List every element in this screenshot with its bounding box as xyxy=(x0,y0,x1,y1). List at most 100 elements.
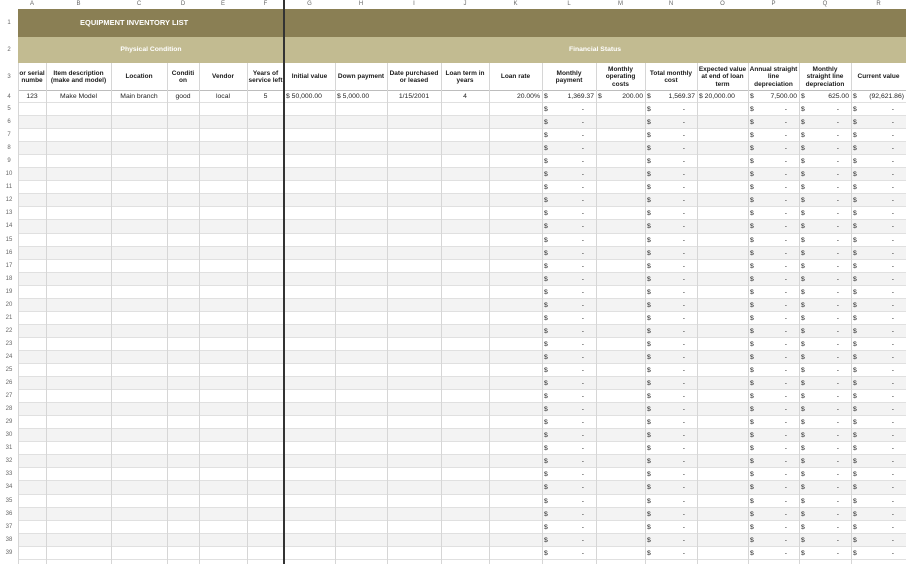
column-letter-a[interactable]: A xyxy=(18,0,46,9)
cell-l15[interactable]: $ - xyxy=(544,234,594,247)
cell-l4[interactable]: $1,369.37 xyxy=(544,91,594,103)
cell-n6[interactable]: $ - xyxy=(647,116,695,129)
header-cell-q[interactable]: Monthly straight line depreciation xyxy=(799,63,851,91)
cell-r19[interactable]: $ - xyxy=(853,286,904,299)
cell-p36[interactable]: $ - xyxy=(750,508,797,521)
row-number[interactable]: 26 xyxy=(0,377,18,390)
cell-n21[interactable]: $ - xyxy=(647,312,695,325)
row-number[interactable]: 11 xyxy=(0,181,18,194)
cell-q28[interactable]: $ - xyxy=(801,403,849,416)
cell-l24[interactable]: $ - xyxy=(544,351,594,364)
cell-p31[interactable]: $ - xyxy=(750,442,797,455)
row-number[interactable]: 34 xyxy=(0,481,18,494)
cell-r9[interactable]: $ - xyxy=(853,155,904,168)
cell-l30[interactable]: $ - xyxy=(544,429,594,442)
cell-r37[interactable]: $ - xyxy=(853,521,904,534)
cell-q17[interactable]: $ - xyxy=(801,260,849,273)
cell-n34[interactable]: $ - xyxy=(647,481,695,494)
column-letter-b[interactable]: B xyxy=(46,0,111,9)
cell-k4[interactable]: 20.00% xyxy=(491,91,540,103)
cell-r10[interactable]: $ - xyxy=(853,168,904,181)
row-number[interactable]: 6 xyxy=(0,116,18,129)
cell-q10[interactable]: $ - xyxy=(801,168,849,181)
header-cell-e[interactable]: Vendor xyxy=(199,63,247,91)
cell-i4[interactable]: 1/15/2001 xyxy=(389,91,439,103)
cell-q19[interactable]: $ - xyxy=(801,286,849,299)
header-cell-m[interactable]: Monthly operating costs xyxy=(596,63,645,91)
cell-l33[interactable]: $ - xyxy=(544,468,594,481)
cell-r22[interactable]: $ - xyxy=(853,325,904,338)
cell-r21[interactable]: $ - xyxy=(853,312,904,325)
row-number[interactable]: 35 xyxy=(0,495,18,508)
cell-j4[interactable]: 4 xyxy=(443,91,487,103)
cell-g4[interactable]: $ 50,000.00 xyxy=(286,91,333,103)
cell-p18[interactable]: $ - xyxy=(750,273,797,286)
cell-a4[interactable]: 123 xyxy=(20,91,44,103)
cell-o4[interactable]: $ 20,000.00 xyxy=(699,91,746,103)
row-number[interactable]: 25 xyxy=(0,364,18,377)
cell-q22[interactable]: $ - xyxy=(801,325,849,338)
column-letter-d[interactable]: D xyxy=(167,0,199,9)
cell-p13[interactable]: $ - xyxy=(750,207,797,220)
cell-r36[interactable]: $ - xyxy=(853,508,904,521)
cell-n31[interactable]: $ - xyxy=(647,442,695,455)
cell-q15[interactable]: $ - xyxy=(801,234,849,247)
cell-q37[interactable]: $ - xyxy=(801,521,849,534)
cell-q27[interactable]: $ - xyxy=(801,390,849,403)
cell-p39[interactable]: $ - xyxy=(750,547,797,560)
row-number[interactable]: 22 xyxy=(0,325,18,338)
row-number[interactable]: 15 xyxy=(0,234,18,247)
cell-n17[interactable]: $ - xyxy=(647,260,695,273)
cell-l31[interactable]: $ - xyxy=(544,442,594,455)
cell-p34[interactable]: $ - xyxy=(750,481,797,494)
cell-r4[interactable]: $ (92,621.86) xyxy=(853,91,904,103)
cell-r6[interactable]: $ - xyxy=(853,116,904,129)
cell-r7[interactable]: $ - xyxy=(853,129,904,142)
cell-n20[interactable]: $ - xyxy=(647,299,695,312)
row-number[interactable]: 39 xyxy=(0,547,18,560)
cell-n10[interactable]: $ - xyxy=(647,168,695,181)
cell-l29[interactable]: $ - xyxy=(544,416,594,429)
cell-n26[interactable]: $ - xyxy=(647,377,695,390)
cell-p33[interactable]: $ - xyxy=(750,468,797,481)
cell-e4[interactable]: local xyxy=(201,91,245,103)
header-cell-n[interactable]: Total monthly cost xyxy=(645,63,697,91)
row-number[interactable]: 17 xyxy=(0,260,18,273)
cell-b4[interactable]: Make Model xyxy=(48,91,109,103)
row-number[interactable]: 32 xyxy=(0,455,18,468)
cell-q39[interactable]: $ - xyxy=(801,547,849,560)
cell-r20[interactable]: $ - xyxy=(853,299,904,312)
cell-n23[interactable]: $ - xyxy=(647,338,695,351)
cell-r29[interactable]: $ - xyxy=(853,416,904,429)
cell-l22[interactable]: $ - xyxy=(544,325,594,338)
cell-r25[interactable]: $ - xyxy=(853,364,904,377)
cell-q16[interactable]: $ - xyxy=(801,247,849,260)
row-number[interactable]: 20 xyxy=(0,299,18,312)
cell-n22[interactable]: $ - xyxy=(647,325,695,338)
cell-l37[interactable]: $ - xyxy=(544,521,594,534)
cell-p24[interactable]: $ - xyxy=(750,351,797,364)
cell-q9[interactable]: $ - xyxy=(801,155,849,168)
cell-p27[interactable]: $ - xyxy=(750,390,797,403)
cell-n5[interactable]: $ - xyxy=(647,103,695,116)
cell-d4[interactable]: good xyxy=(169,91,197,103)
column-letter-f[interactable]: F xyxy=(247,0,284,9)
cell-f4[interactable]: 5 xyxy=(249,91,282,103)
spreadsheet[interactable]: ABCDEFGHIJKLMNOPQR EQUIPMENT INVENTORY L… xyxy=(0,0,906,564)
cell-l35[interactable]: $ - xyxy=(544,495,594,508)
cell-p5[interactable]: $ - xyxy=(750,103,797,116)
cell-n24[interactable]: $ - xyxy=(647,351,695,364)
column-letter-g[interactable]: G xyxy=(284,0,335,9)
cell-l32[interactable]: $ - xyxy=(544,455,594,468)
cell-r5[interactable]: $ - xyxy=(853,103,904,116)
row-number[interactable]: 21 xyxy=(0,312,18,325)
cell-p19[interactable]: $ - xyxy=(750,286,797,299)
column-letter-o[interactable]: O xyxy=(697,0,748,9)
cell-r18[interactable]: $ - xyxy=(853,273,904,286)
row-number[interactable]: 23 xyxy=(0,338,18,351)
cell-n12[interactable]: $ - xyxy=(647,194,695,207)
cell-n37[interactable]: $ - xyxy=(647,521,695,534)
cell-n32[interactable]: $ - xyxy=(647,455,695,468)
row-number[interactable]: 27 xyxy=(0,390,18,403)
cell-n8[interactable]: $ - xyxy=(647,142,695,155)
